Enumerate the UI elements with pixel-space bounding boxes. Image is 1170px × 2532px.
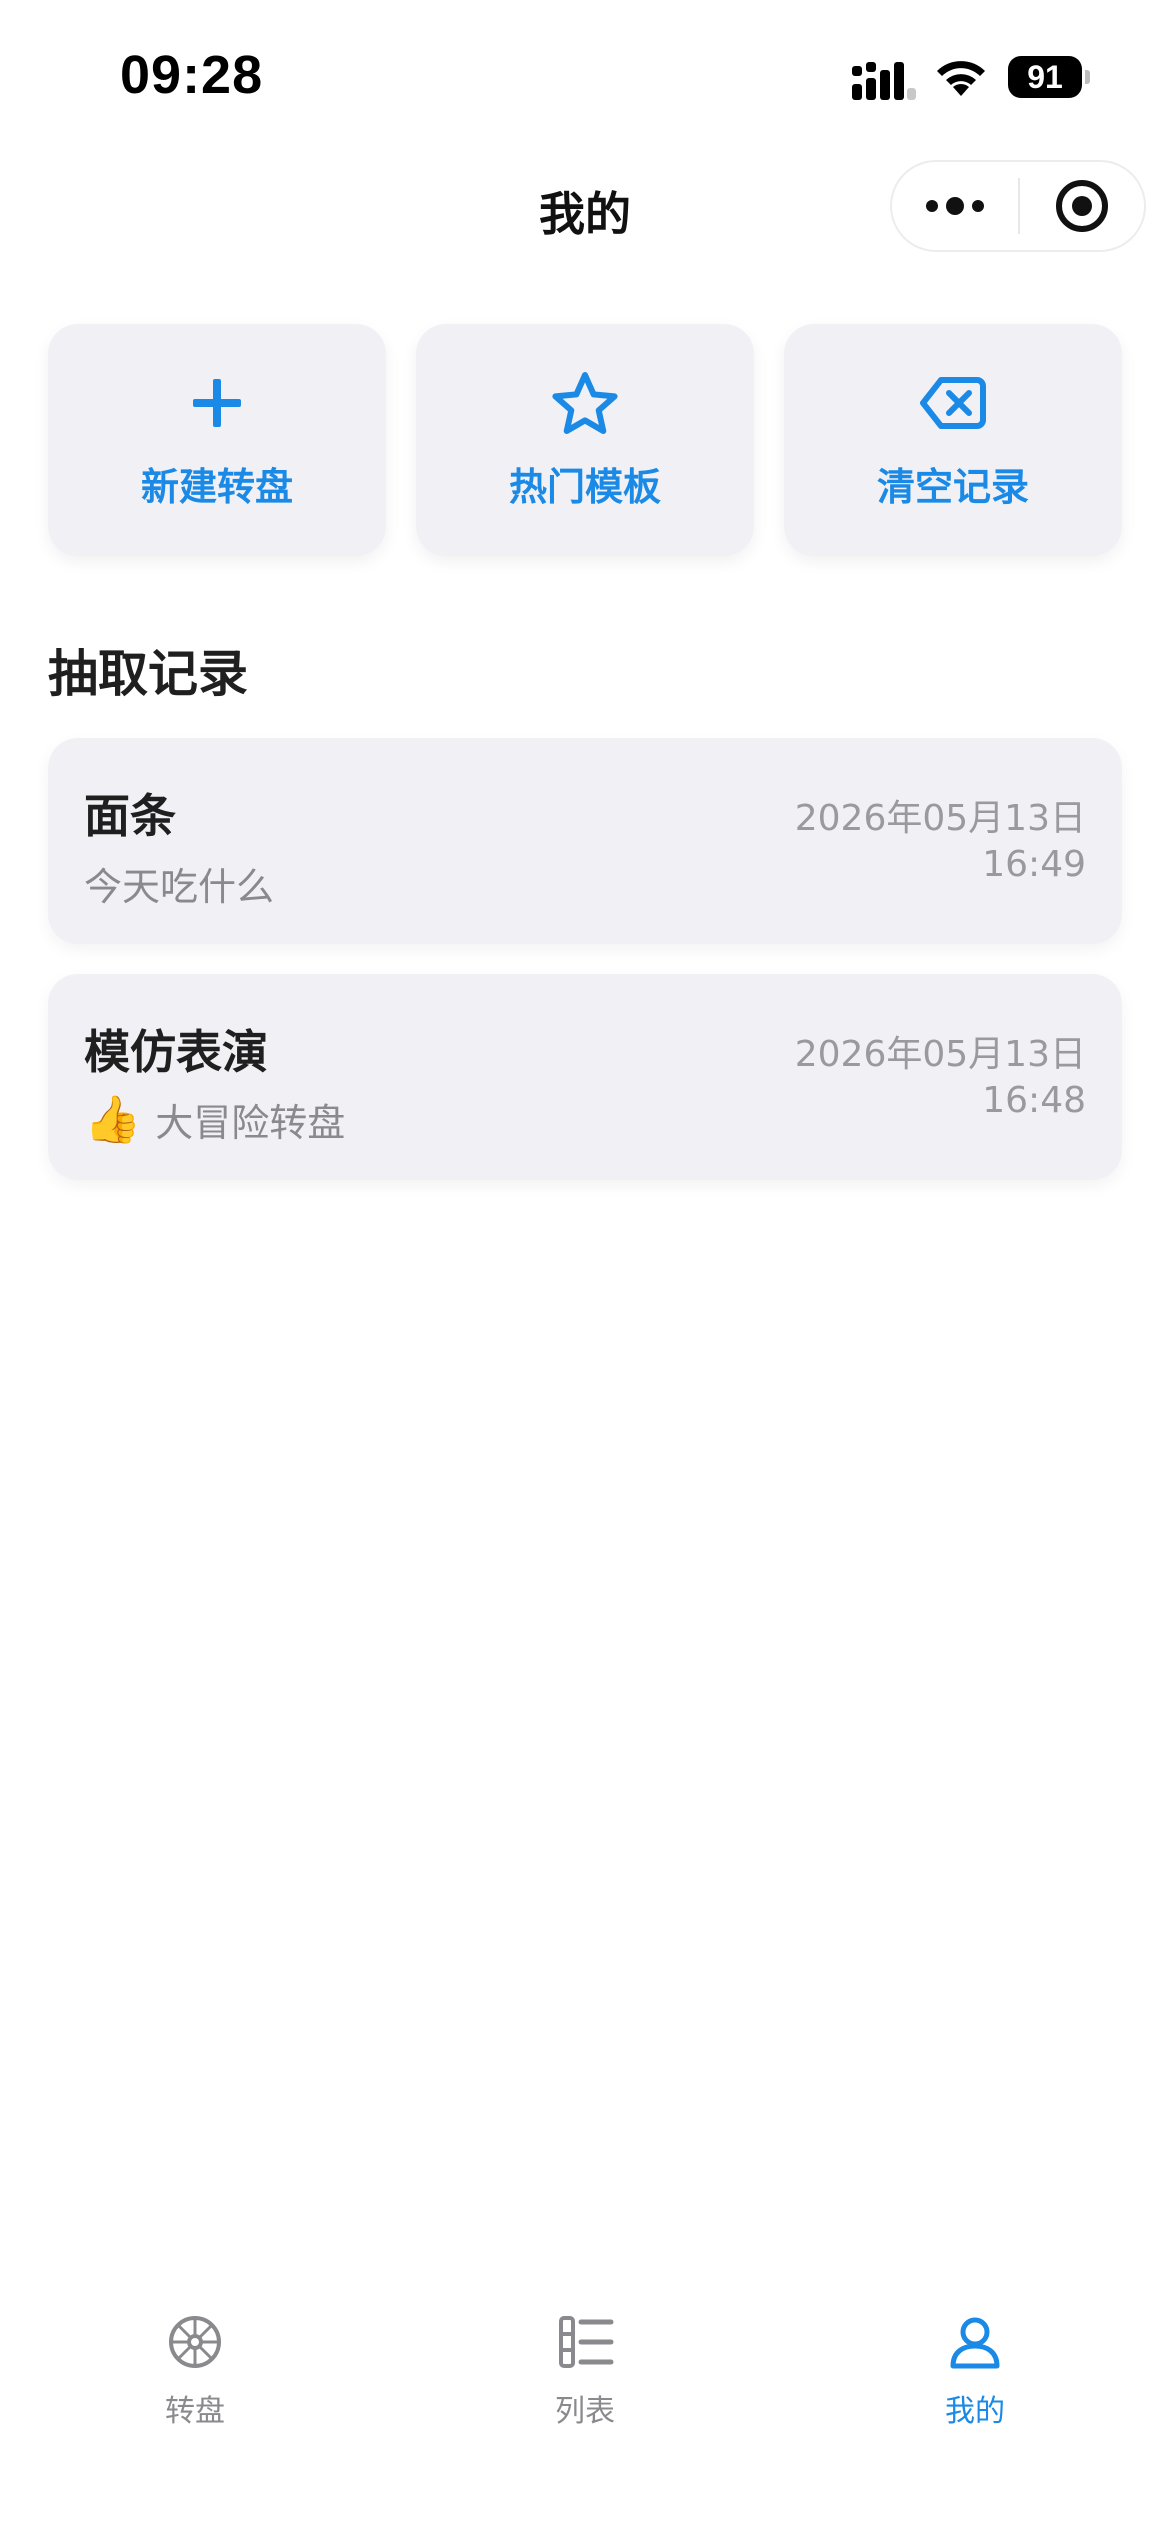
record-wheel-name: 今天吃什么 xyxy=(84,865,275,909)
tab-label: 转盘 xyxy=(165,2394,225,2429)
tab-wheel[interactable]: 转盘 xyxy=(0,2278,390,2532)
record-date: 2026年05月13日 xyxy=(794,798,1086,839)
records-list: 面条 今天吃什么 2026年05月13日 16:49 模仿表演 👍 大冒险转盘 … xyxy=(48,738,1122,1210)
list-icon xyxy=(559,2316,614,2368)
thumbs-up-icon: 👍 xyxy=(84,1092,142,1146)
more-dots-icon xyxy=(926,197,984,215)
tab-label: 我的 xyxy=(945,2394,1005,2429)
hot-templates-button[interactable]: 热门模板 xyxy=(416,324,754,556)
record-item[interactable]: 面条 今天吃什么 2026年05月13日 16:49 xyxy=(48,738,1122,944)
battery-icon: 91 xyxy=(1008,56,1090,98)
record-time: 16:48 xyxy=(982,1080,1086,1121)
wheel-icon xyxy=(169,2316,221,2368)
tab-list[interactable]: 列表 xyxy=(390,2278,780,2532)
status-time: 09:28 xyxy=(120,45,264,105)
record-item[interactable]: 模仿表演 👍 大冒险转盘 2026年05月13日 16:48 xyxy=(48,974,1122,1180)
record-title: 面条 xyxy=(84,789,176,843)
cellular-signal-icon xyxy=(852,62,916,100)
records-section-title: 抽取记录 xyxy=(48,645,248,703)
record-timestamp: 2026年05月13日 16:49 xyxy=(795,796,1086,888)
record-title: 模仿表演 xyxy=(84,1025,268,1079)
tab-mine[interactable]: 我的 xyxy=(780,2278,1170,2532)
profile-screen: 09:28 91 我的 新建转盘 热门模板 清空记录 抽取记录 面条 今天吃什么… xyxy=(0,0,1170,2532)
record-subtitle: 👍 大冒险转盘 xyxy=(84,1092,345,1147)
star-icon xyxy=(552,372,618,434)
tab-label: 列表 xyxy=(555,2394,615,2429)
record-time: 16:49 xyxy=(982,844,1086,885)
mini-program-capsule xyxy=(890,160,1146,252)
quick-actions: 新建转盘 热门模板 清空记录 xyxy=(48,324,1122,556)
more-button[interactable] xyxy=(892,162,1018,250)
status-bar: 09:28 91 xyxy=(0,0,1170,150)
record-timestamp: 2026年05月13日 16:48 xyxy=(795,1032,1086,1124)
record-wheel-name: 大冒险转盘 xyxy=(155,1101,346,1145)
action-label: 新建转盘 xyxy=(140,465,293,509)
close-button[interactable] xyxy=(1020,162,1144,250)
tab-bar: 转盘 列表 我的 xyxy=(0,2278,1170,2532)
wifi-icon xyxy=(937,61,985,96)
record-subtitle: 今天吃什么 xyxy=(84,856,274,911)
plus-icon xyxy=(193,379,241,427)
action-label: 热门模板 xyxy=(508,465,661,509)
new-wheel-button[interactable]: 新建转盘 xyxy=(48,324,386,556)
backspace-clear-icon xyxy=(920,377,986,429)
action-label: 清空记录 xyxy=(876,465,1029,509)
clear-records-button[interactable]: 清空记录 xyxy=(784,324,1122,556)
battery-level: 91 xyxy=(1027,58,1063,95)
user-icon xyxy=(950,2317,1000,2369)
record-date: 2026年05月13日 xyxy=(794,1034,1086,1075)
target-circle-icon xyxy=(1056,180,1108,232)
